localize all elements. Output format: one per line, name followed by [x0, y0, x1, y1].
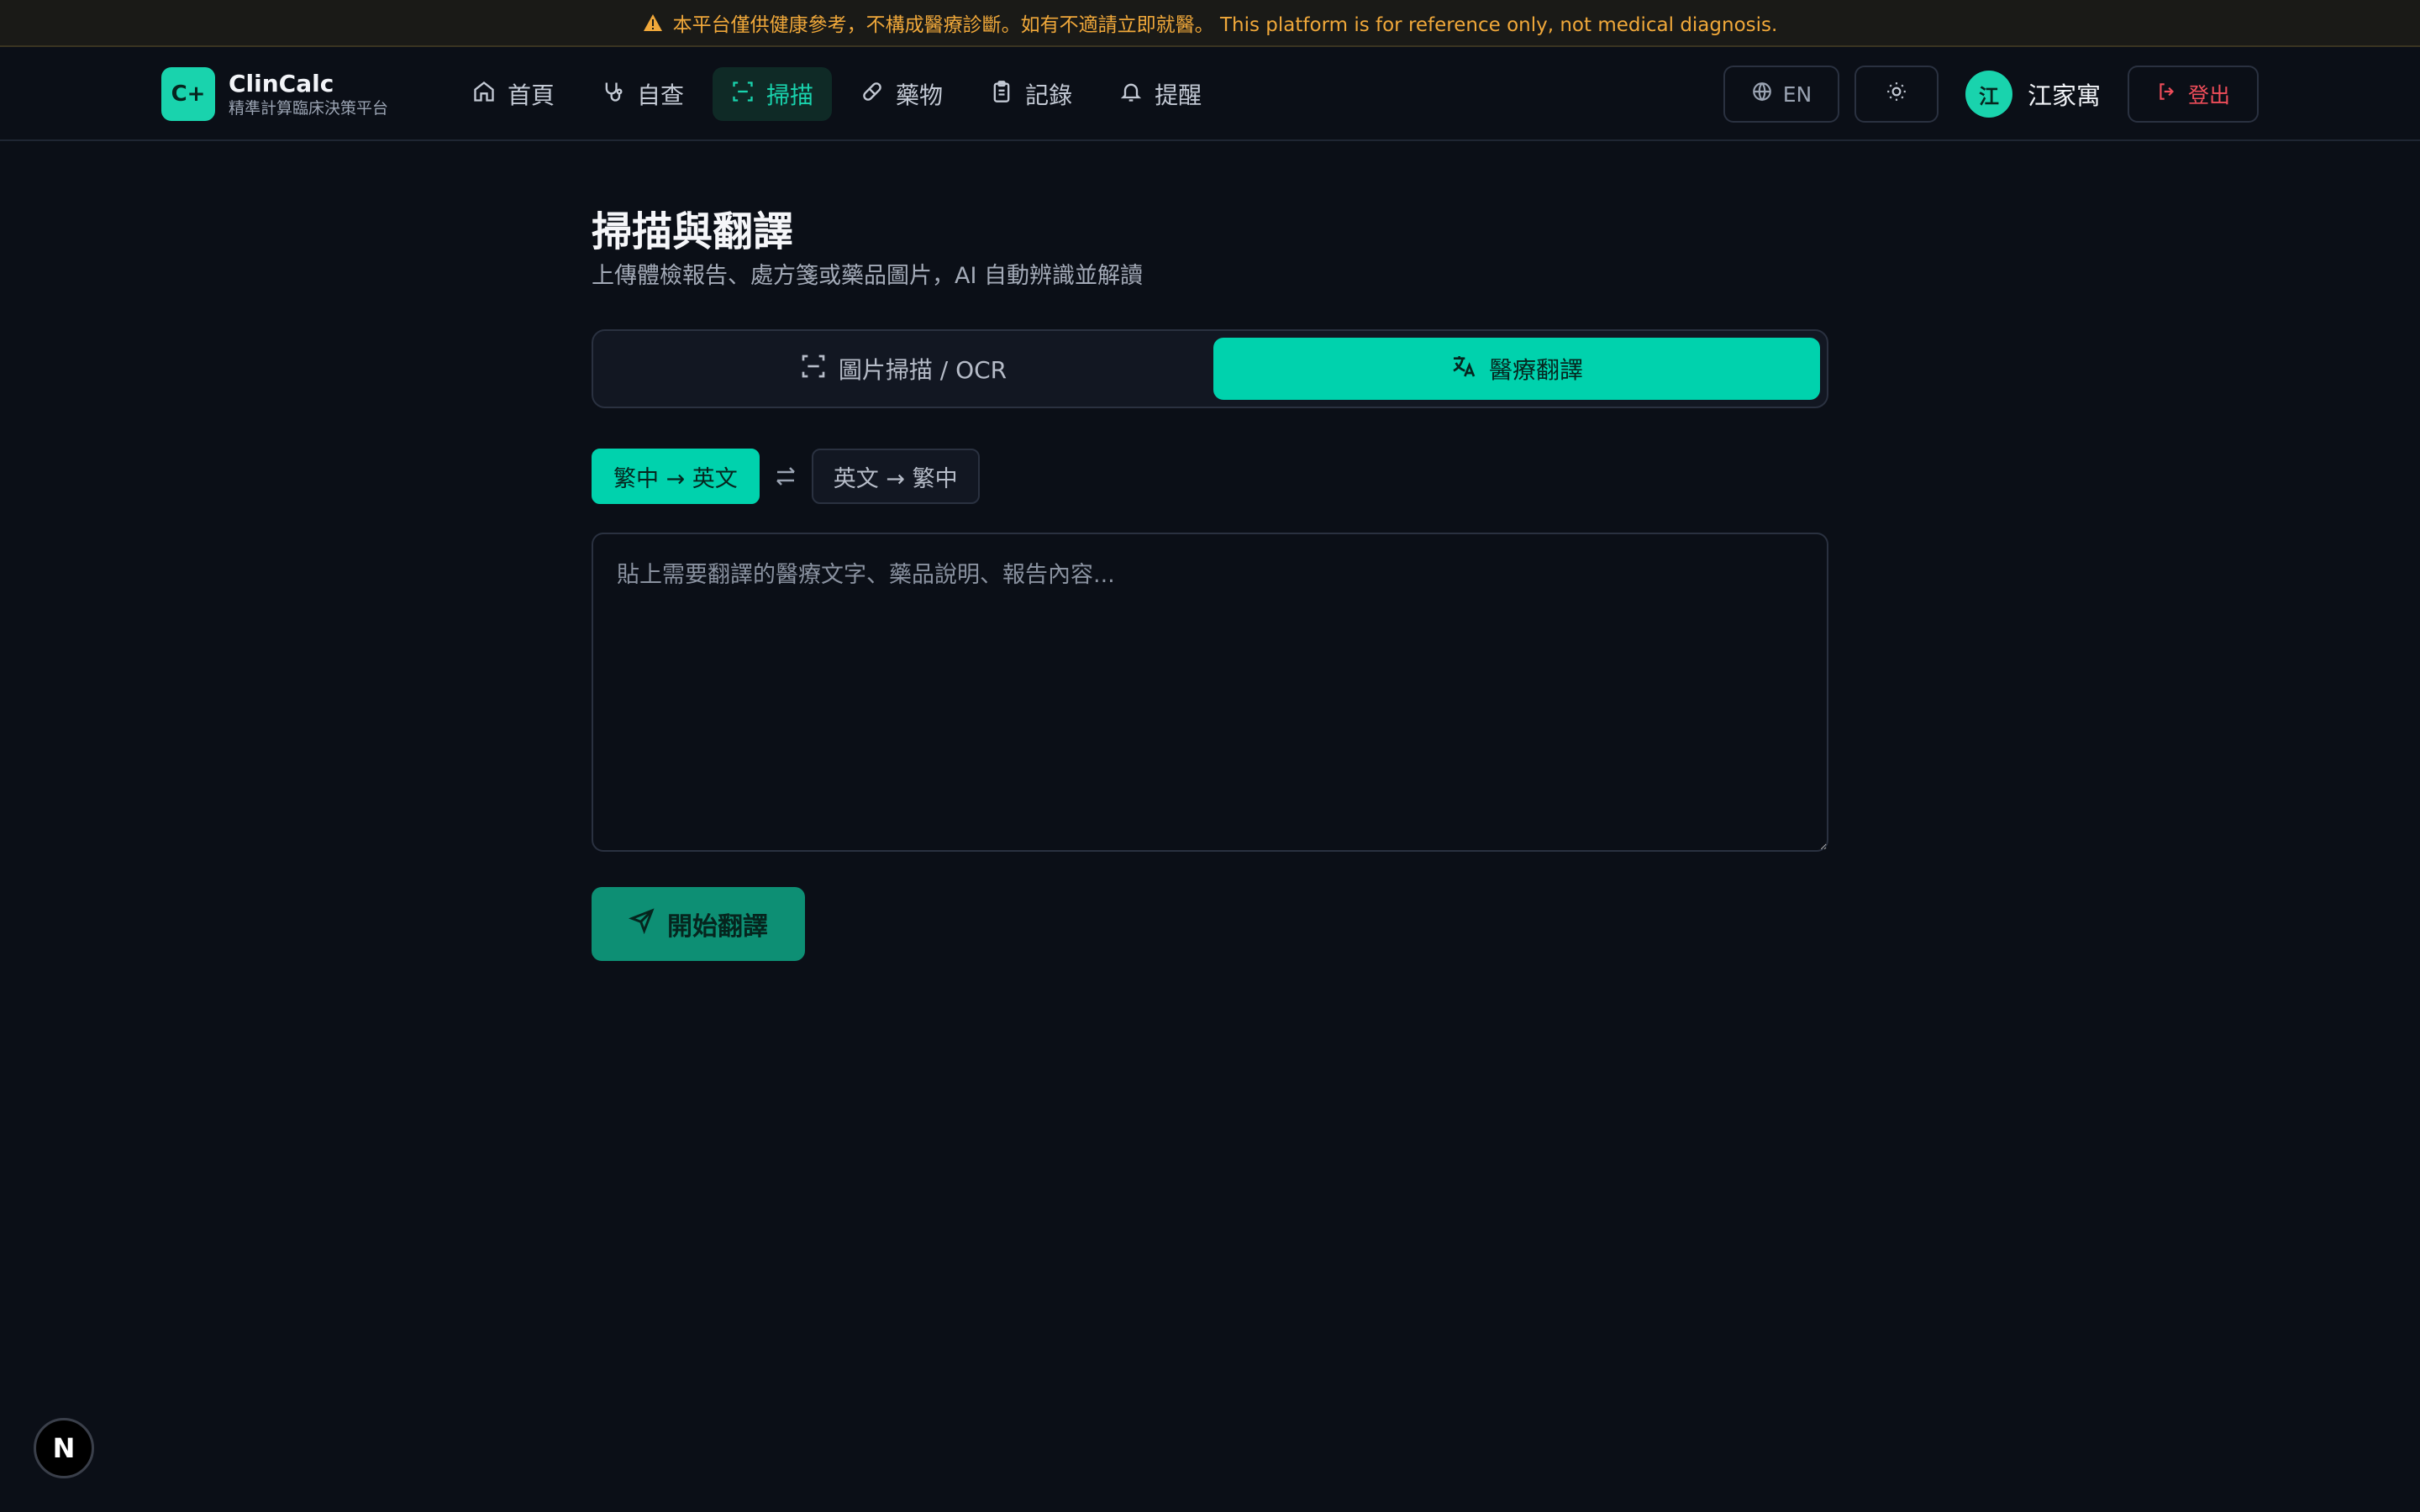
clipboard-icon — [990, 80, 1013, 109]
translate-icon — [1450, 353, 1477, 386]
page-subtitle: 上傳體檢報告、處方箋或藥品圖片，AI 自動辨識並解讀 — [592, 263, 1144, 289]
dev-tools-badge[interactable]: N — [34, 1418, 94, 1478]
nav-item-home[interactable]: 首頁 — [454, 67, 573, 121]
tab-medical-translation[interactable]: 醫療翻譯 — [1213, 338, 1820, 400]
direction-en-to-zh-button[interactable]: 英文 → 繁中 — [811, 449, 980, 504]
main-nav: 首頁 自查 掃描 藥物 記錄 提醒 — [454, 67, 1220, 121]
nav-item-medication[interactable]: 藥物 — [842, 67, 961, 121]
logo-badge: C+ — [161, 67, 215, 121]
avatar: 江 — [1965, 71, 2012, 118]
globe-icon — [1751, 81, 1773, 108]
bell-icon — [1119, 80, 1143, 109]
nav-label-selfcheck: 自查 — [637, 81, 685, 109]
tab-medical-translation-label: 醫療翻譯 — [1488, 356, 1583, 384]
tab-image-scan[interactable]: 圖片掃描 / OCR — [600, 338, 1207, 400]
pill-icon — [860, 80, 884, 109]
user-name: 江家寓 — [2027, 81, 2101, 110]
language-label: EN — [1782, 81, 1812, 107]
nav-item-selfcheck[interactable]: 自查 — [583, 67, 702, 121]
page-title: 掃描與翻譯 — [592, 208, 794, 255]
warning-icon — [643, 13, 663, 32]
stethoscope-icon — [602, 80, 625, 109]
nav-item-reminders[interactable]: 提醒 — [1101, 67, 1220, 121]
top-header: C+ ClinCalc 精準計算臨床決策平台 首頁 自查 掃描 藥物 記錄 提醒… — [0, 47, 2420, 141]
scan-icon — [800, 353, 827, 386]
tab-image-scan-label: 圖片掃描 / OCR — [838, 356, 1007, 384]
nav-label-reminders: 提醒 — [1155, 81, 1202, 109]
user-profile[interactable]: 江 江家寓 — [1965, 71, 2101, 118]
n-logo-icon: N — [52, 1432, 76, 1464]
nav-label-medication: 藥物 — [896, 81, 944, 109]
disclaimer-banner: 本平台僅供健康參考，不構成醫療診斷。如有不適請立即就醫。 This platfo… — [0, 0, 2420, 47]
theme-toggle-button[interactable] — [1854, 66, 1939, 123]
brand-subtitle: 精準計算臨床決策平台 — [229, 99, 389, 118]
start-translation-label: 開始翻譯 — [667, 913, 768, 941]
nav-item-scan[interactable]: 掃描 — [713, 67, 833, 121]
nav-label-records: 記錄 — [1025, 81, 1073, 109]
translation-direction: 繁中 → 英文 英文 → 繁中 — [592, 449, 980, 504]
nav-label-home: 首頁 — [508, 81, 555, 109]
brand-logo[interactable]: C+ ClinCalc 精準計算臨床決策平台 — [161, 67, 388, 121]
logout-icon — [2156, 81, 2178, 108]
home-icon — [472, 80, 496, 109]
sun-icon — [1886, 81, 1907, 108]
translation-input[interactable] — [592, 533, 1828, 852]
brand-name: ClinCalc — [229, 70, 334, 97]
start-translation-button[interactable]: 開始翻譯 — [592, 887, 805, 961]
direction-zh-to-en-button[interactable]: 繁中 → 英文 — [592, 449, 760, 504]
swap-icon[interactable] — [773, 464, 798, 489]
mode-tabs: 圖片掃描 / OCR 醫療翻譯 — [592, 329, 1828, 408]
send-icon — [628, 907, 655, 941]
nav-label-scan: 掃描 — [766, 81, 814, 109]
disclaimer-text: 本平台僅供健康參考，不構成醫療診斷。如有不適請立即就醫。 This platfo… — [672, 14, 1778, 36]
nav-item-records[interactable]: 記錄 — [971, 67, 1091, 121]
language-toggle-button[interactable]: EN — [1723, 66, 1839, 123]
logout-label: 登出 — [2187, 83, 2230, 108]
scan-icon — [731, 80, 755, 109]
logout-button[interactable]: 登出 — [2128, 66, 2259, 123]
